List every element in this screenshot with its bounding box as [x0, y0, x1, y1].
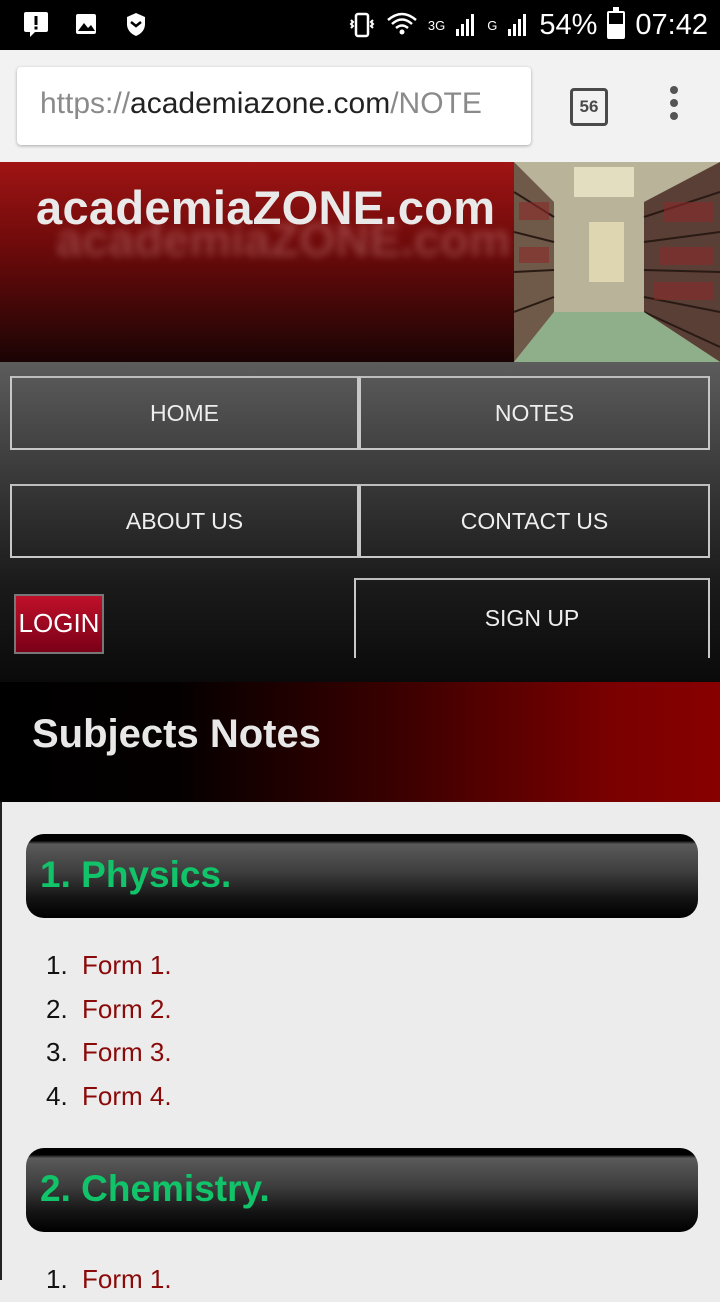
url-bar[interactable]: https://academiazone.com/NOTE	[17, 67, 531, 145]
status-bar: 3G G 54% 07:42	[0, 0, 720, 50]
site-title[interactable]: academiaZONE.com	[36, 180, 495, 235]
battery-percent: 54%	[539, 8, 598, 41]
wifi-icon	[386, 11, 418, 39]
page-heading-bar: Subjects Notes	[0, 682, 720, 802]
site-header: academiaZONE.com academiaZONE.com	[0, 162, 720, 362]
physics-forms-list: 1. Form 1. 2. Form 2. 3. Form 3. 4. Form 4.	[46, 944, 172, 1118]
vibrate-icon	[348, 11, 376, 39]
nav-contact-us[interactable]: CONTACT US	[359, 484, 710, 558]
network-type: 3G	[427, 17, 446, 33]
form-link[interactable]: Form 2.	[82, 988, 172, 1032]
subject-header-physics: 1. Physics.	[26, 834, 698, 918]
list-item: 4. Form 4.	[46, 1075, 172, 1119]
overflow-menu-icon[interactable]	[664, 86, 684, 126]
list-item: 1. Form 1.	[46, 944, 172, 988]
subject-header-chemistry: 2. Chemistry.	[26, 1148, 698, 1232]
clock: 07:42	[635, 8, 708, 41]
subject-title: 2. Chemistry.	[40, 1168, 270, 1209]
subjects-list: 1. Physics. 1. Form 1. 2. Form 2. 3. Form 3…	[0, 802, 720, 1294]
alert-icon	[22, 10, 50, 38]
signal-icon-2	[507, 11, 529, 39]
form-link[interactable]: Form 3.	[82, 1031, 172, 1075]
nav-notes[interactable]: NOTES	[359, 376, 710, 450]
nav-about-us[interactable]: ABOUT US	[10, 484, 360, 558]
list-item: 2. Form 2.	[46, 988, 172, 1032]
battery-icon	[607, 7, 626, 39]
tab-switcher-button[interactable]: 56	[570, 88, 608, 126]
url-text[interactable]: https://academiazone.com/NOTE	[40, 87, 482, 121]
browser-toolbar: https://academiazone.com/NOTE 56	[0, 50, 720, 162]
login-button[interactable]: LOGIN	[14, 594, 104, 654]
form-link[interactable]: Form 4.	[82, 1075, 172, 1119]
nav-home[interactable]: HOME	[10, 376, 360, 450]
form-link[interactable]: Form 1.	[82, 944, 172, 988]
main-nav: HOME NOTES ABOUT US CONTACT US LOGIN SIG…	[0, 362, 720, 682]
network-type-2: G	[487, 17, 498, 33]
signup-button[interactable]: SIGN UP	[354, 578, 710, 658]
image-icon	[72, 10, 100, 38]
page-title: Subjects Notes	[32, 712, 321, 756]
shield-icon	[122, 10, 150, 38]
signal-icon	[455, 11, 477, 39]
library-image	[514, 162, 720, 362]
list-item: 3. Form 3.	[46, 1031, 172, 1075]
subject-title: 1. Physics.	[40, 854, 232, 895]
